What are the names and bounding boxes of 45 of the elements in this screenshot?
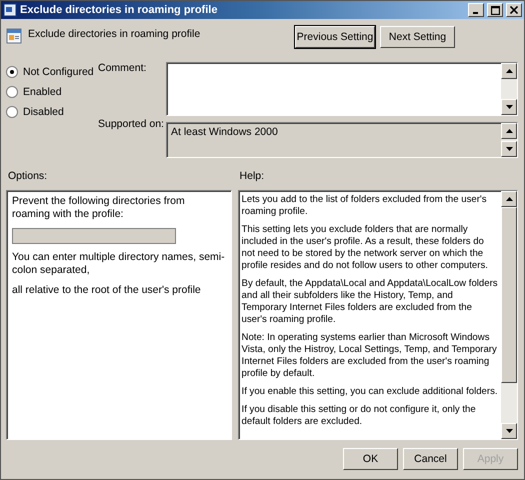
scrollbar[interactable] xyxy=(501,123,517,157)
policy-icon xyxy=(3,3,17,17)
radio-button[interactable] xyxy=(6,86,18,98)
window-title: Exclude directories in roaming profile xyxy=(20,4,218,16)
supported-on-label: Supported on: xyxy=(98,118,165,130)
options-label: Options: xyxy=(7,170,48,182)
close-icon xyxy=(510,6,518,14)
maximize-button[interactable] xyxy=(487,3,503,17)
cancel-button[interactable]: Cancel xyxy=(403,448,458,470)
radio-button[interactable] xyxy=(6,66,18,78)
ok-button[interactable]: OK xyxy=(343,448,398,470)
next-setting-button[interactable]: Next Setting xyxy=(380,26,455,48)
help-paragraph: Note: In operating systems earlier than Microsoft Windows Vista, only the Histroy, Local Settings, Temp, and Temporary Internet Files folders are excluded from the user's roaming profile by default. xyxy=(242,332,498,380)
scroll-down-icon[interactable] xyxy=(506,105,512,109)
comment-label: Comment: xyxy=(98,62,148,74)
help-paragraph: By default, the Appdata\Local and Appdata\LocalLow folders and all their subfolders like the History, Temp, and Temporary Internet Files folders are excluded from the user's roaming profile. xyxy=(242,278,498,326)
previous-setting-button[interactable]: Previous Setting xyxy=(295,26,375,48)
options-note: all relative to the root of the user's profile xyxy=(12,284,202,297)
help-label: Help: xyxy=(238,170,266,182)
scroll-up-icon[interactable] xyxy=(506,129,512,133)
scroll-up-icon[interactable] xyxy=(506,197,512,201)
help-paragraph: If you disable this setting or do not configure it, only the default folders are excluded. xyxy=(242,404,477,428)
minimize-icon xyxy=(473,12,479,14)
scroll-thumb[interactable] xyxy=(501,207,517,383)
supported-on-field: At least Windows 2000 xyxy=(166,122,518,158)
options-note: You can enter multiple directory names, semi-colon separated, xyxy=(12,251,226,277)
state-radio[interactable]: Not Configured xyxy=(6,66,98,78)
help-paragraph: If you enable this setting, you can exclude additional folders. xyxy=(242,386,498,398)
help-paragraph: This setting lets you exclude folders that are normally included in the user's profile. As a result, these folders do not need to be stored by the network server on which the profile resides and do not follow users to other computers. xyxy=(242,224,489,272)
scroll-up-icon[interactable] xyxy=(506,69,512,73)
minimize-button[interactable] xyxy=(468,3,484,17)
close-button[interactable] xyxy=(506,3,522,17)
scroll-down-icon[interactable] xyxy=(506,147,512,151)
options-prompt: Prevent the following directories from roaming with the profile: xyxy=(12,195,186,221)
scroll-down-icon[interactable] xyxy=(506,429,512,433)
state-radio[interactable]: Disabled xyxy=(6,106,98,118)
maximize-icon xyxy=(490,6,500,14)
radio-button[interactable] xyxy=(6,106,18,118)
scrollbar[interactable] xyxy=(501,63,517,115)
state-radio[interactable]: Enabled xyxy=(6,86,98,98)
setting-icon xyxy=(6,28,22,44)
comment-field[interactable] xyxy=(166,62,518,116)
scrollbar[interactable] xyxy=(501,191,517,439)
help-paragraph: Lets you add to the list of folders excluded from the user's roaming profile. xyxy=(242,194,488,218)
setting-title: Exclude directories in roaming profile xyxy=(28,28,202,40)
